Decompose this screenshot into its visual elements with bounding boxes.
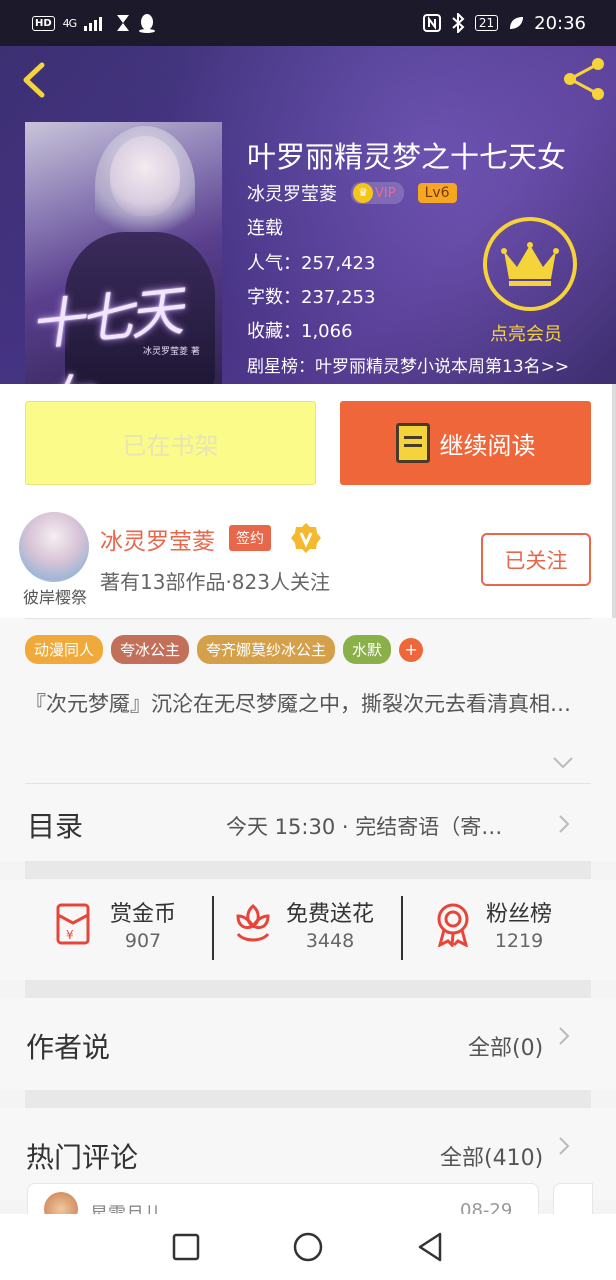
medal-icon <box>437 903 469 947</box>
tag-item[interactable]: 水默 <box>343 635 392 664</box>
free-flowers[interactable]: 免费送花 3448 <box>232 896 374 952</box>
stat-label: 赏金币 <box>110 902 177 927</box>
red-envelope-icon: ¥ <box>56 903 90 945</box>
network-label: 4G <box>62 16 77 30</box>
author-says-title: 作者说 <box>26 1031 111 1064</box>
chevron-right-icon <box>559 815 570 833</box>
hot-comments-title: 热门评论 <box>26 1141 139 1174</box>
avatar-tag: 彼岸樱祭 <box>20 584 91 608</box>
flower-icon <box>236 904 270 942</box>
cover-title: 十七天女 <box>26 279 183 384</box>
book-title: 叶罗丽精灵梦之十七天女 <box>247 140 567 174</box>
chevron-right-icon[interactable] <box>558 1026 570 1046</box>
word-count: 字数：237,253 <box>247 287 376 308</box>
qq-icon <box>139 14 156 33</box>
stat-value: 907 <box>124 930 162 952</box>
verified-icon <box>291 523 321 553</box>
bluetooth-icon <box>452 13 465 33</box>
member-label[interactable]: 点亮会员 <box>490 320 562 346</box>
system-nav-bar <box>0 1214 616 1280</box>
book-icon <box>395 423 430 463</box>
book-status: 连载 <box>247 218 283 239</box>
back-triangle-icon[interactable] <box>414 1231 446 1263</box>
stat-value: 1219 <box>494 930 544 952</box>
divider <box>25 783 591 784</box>
tag-item[interactable]: 夸冰公主 <box>111 635 190 664</box>
vip-label: VIP <box>375 185 396 201</box>
crown-icon <box>501 242 559 286</box>
clock: 20:36 <box>534 12 586 34</box>
recent-apps-icon[interactable] <box>170 1231 202 1263</box>
hourglass-icon <box>117 15 130 31</box>
tag-list: 动漫同人 夸冰公主 夸齐娜莫纱冰公主 水默 + <box>25 635 424 664</box>
scroll-edge <box>612 384 616 620</box>
stat-label: 粉丝榜 <box>486 902 553 927</box>
continue-reading-label: 继续阅读 <box>439 431 536 460</box>
author-name[interactable]: 冰灵罗莹菱 <box>100 522 215 556</box>
section-gap <box>25 861 591 879</box>
hero-author-row[interactable]: 冰灵罗莹菱 ♛ VIP Lv6 <box>247 180 457 206</box>
member-button[interactable] <box>483 217 577 311</box>
reward-coins[interactable]: ¥ 赏金币 907 <box>52 896 176 952</box>
chevron-down-icon[interactable] <box>552 756 574 770</box>
continue-reading-button[interactable]: 继续阅读 <box>340 401 591 485</box>
add-tag-button[interactable]: + <box>399 637 424 662</box>
back-arrow-icon <box>23 62 45 98</box>
popularity: 人气：257,423 <box>247 253 376 274</box>
svg-text:¥: ¥ <box>66 928 74 942</box>
author-says-section: 作者说 全部(0) <box>0 998 616 1090</box>
home-icon[interactable] <box>292 1231 324 1263</box>
author-meta: 著有13部作品·823人关注 <box>100 570 330 594</box>
avatar[interactable] <box>19 512 89 582</box>
divider <box>401 896 403 960</box>
tag-item[interactable]: 动漫同人 <box>25 635 104 664</box>
catalog-title: 目录 <box>27 810 84 843</box>
action-bar: 已在书架 继续阅读 <box>0 384 616 500</box>
rank-link[interactable]: 剧星榜：叶罗丽精灵梦小说本周第13名>> <box>247 352 569 377</box>
nfc-icon <box>422 14 441 32</box>
level-badge: Lv6 <box>417 183 457 203</box>
vip-badge: ♛ VIP <box>351 182 404 204</box>
stats-row: ¥ 赏金币 907 免费送花 3448 粉丝榜 1219 <box>0 880 616 980</box>
author-says-all-link[interactable]: 全部(0) <box>468 1030 543 1062</box>
hd-icon: HD <box>32 15 55 31</box>
favorites-count: 收藏：1,066 <box>247 321 353 342</box>
fans-ranking[interactable]: 粉丝榜 1219 <box>432 896 552 952</box>
crown-icon: ♛ <box>353 183 373 203</box>
share-button[interactable] <box>560 56 608 102</box>
divider <box>212 896 214 960</box>
share-icon <box>564 58 604 100</box>
status-bar: HD 4G 21 20:36 <box>0 0 616 46</box>
author-card: 彼岸樱祭 冰灵罗莹菱 签约 著有13部作品·823人关注 已关注 <box>0 500 616 618</box>
book-cover[interactable]: 十七天女 冰灵罗莹菱 著 <box>25 122 222 384</box>
divider <box>25 618 591 619</box>
back-button[interactable] <box>18 62 48 98</box>
cover-author: 冰灵罗莹菱 著 <box>143 347 200 357</box>
stat-label: 免费送花 <box>286 902 375 927</box>
leaf-icon <box>510 17 524 29</box>
stat-value: 3448 <box>305 930 355 952</box>
battery-icon: 21 <box>474 15 499 31</box>
catalog-row[interactable]: 目录 今天 15:30 · 完结寄语（寄… <box>0 783 616 861</box>
chevron-right-icon[interactable] <box>558 1136 570 1156</box>
latest-chapter: 今天 15:30 · 完结寄语（寄… <box>226 815 503 839</box>
in-shelf-button[interactable]: 已在书架 <box>25 401 316 485</box>
hot-comments-all-link[interactable]: 全部(410) <box>440 1140 543 1172</box>
section-gap <box>25 1090 591 1108</box>
signal-icon <box>84 17 103 31</box>
section-gap <box>25 980 591 998</box>
signed-badge: 签约 <box>229 525 271 551</box>
synopsis[interactable]: 『次元梦魇』沉沦在无尽梦魇之中，撕裂次元去看清真相… <box>25 688 585 720</box>
tag-item[interactable]: 夸齐娜莫纱冰公主 <box>197 635 336 664</box>
followed-button[interactable]: 已关注 <box>481 533 591 586</box>
hero-author-name[interactable]: 冰灵罗莹菱 <box>247 180 337 206</box>
